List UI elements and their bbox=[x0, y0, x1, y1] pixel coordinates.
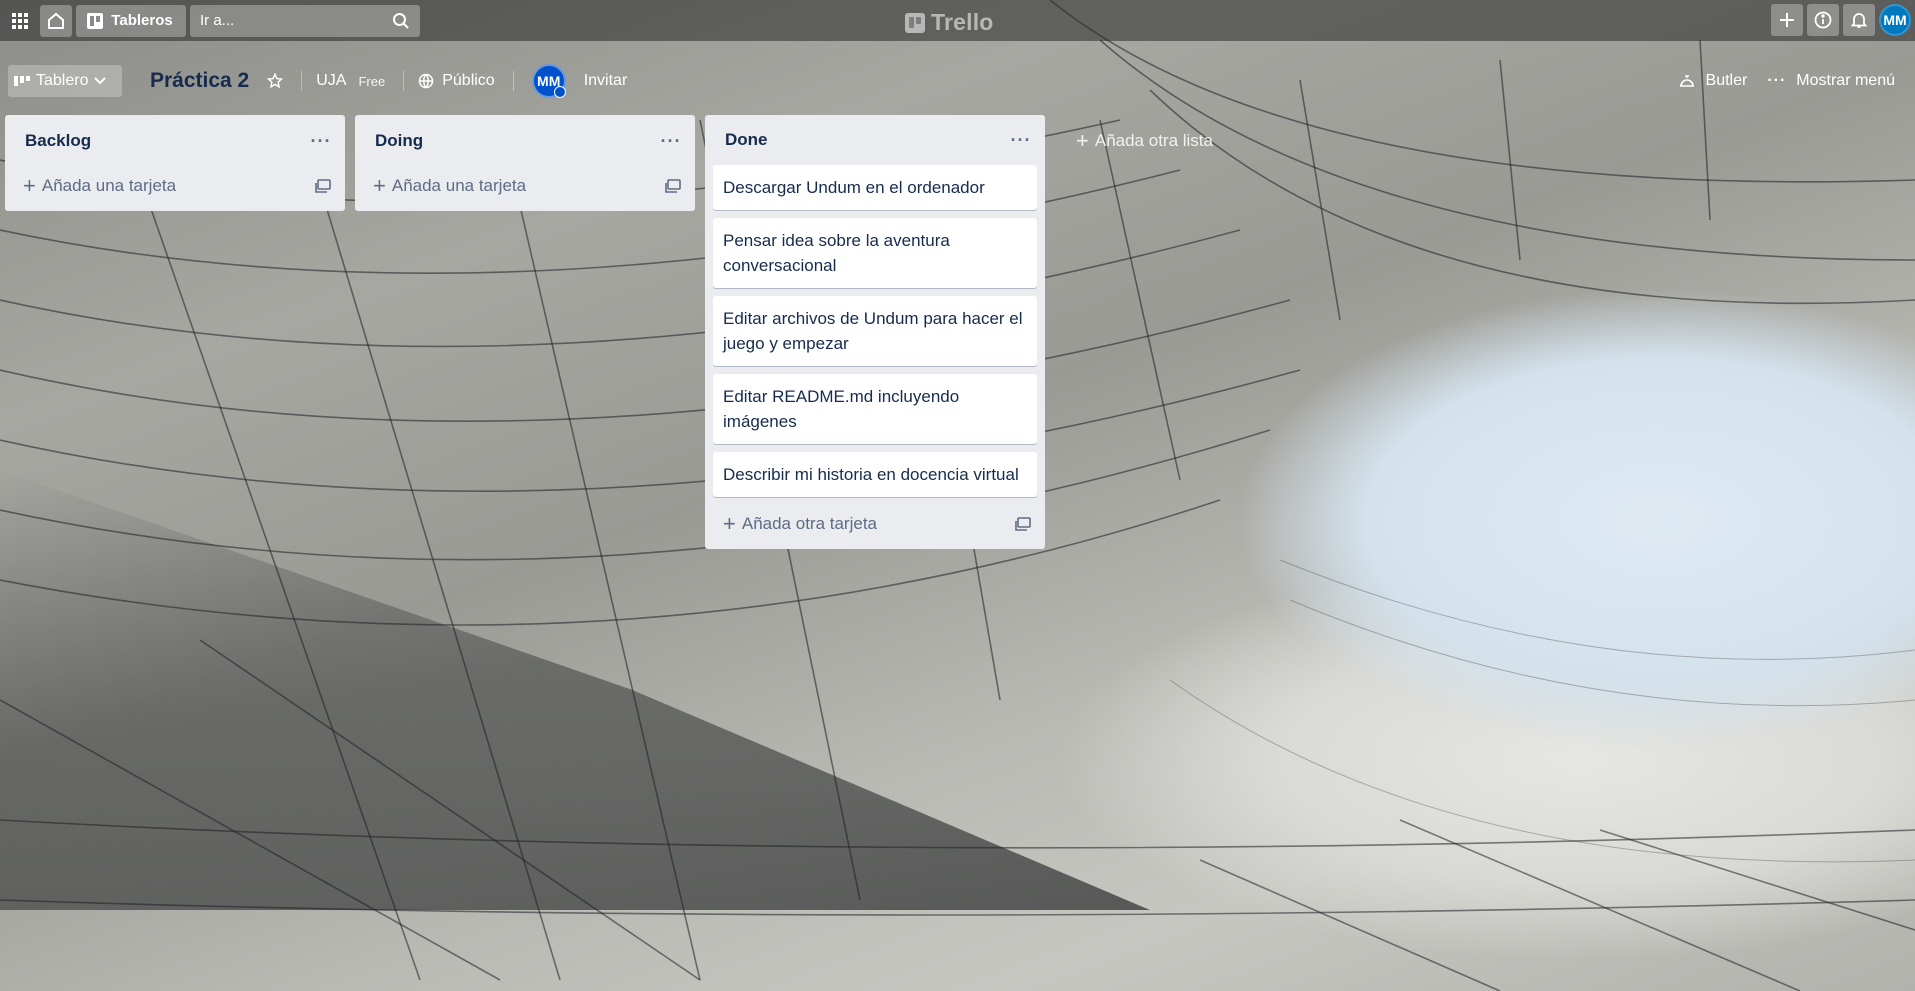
star-icon bbox=[267, 72, 284, 89]
list-title[interactable]: Backlog bbox=[25, 131, 91, 151]
card-template-icon[interactable] bbox=[665, 179, 681, 193]
add-card-label: Añada otra tarjeta bbox=[741, 514, 878, 533]
top-header: Tableros Ir a... Trello MM bbox=[0, 0, 1915, 41]
invite-label: Invitar bbox=[583, 72, 628, 89]
boards-icon bbox=[87, 12, 104, 29]
board-header: Tablero Práctica 2 UJA Free Público MM I… bbox=[0, 41, 1915, 121]
search-placeholder: Ir a... bbox=[200, 12, 235, 29]
trello-logo[interactable]: Trello bbox=[905, 9, 994, 36]
list-menu-icon[interactable]: ··· bbox=[1005, 124, 1037, 156]
apps-grid-icon bbox=[12, 12, 28, 29]
chevron-down-icon bbox=[94, 77, 107, 85]
divider bbox=[301, 71, 303, 91]
apps-button[interactable] bbox=[4, 5, 36, 37]
card-template-icon[interactable] bbox=[1015, 517, 1031, 531]
star-board-button[interactable] bbox=[259, 65, 291, 97]
plus-icon: + bbox=[1076, 128, 1089, 153]
boards-button[interactable]: Tableros bbox=[76, 4, 186, 37]
member-avatar[interactable]: MM bbox=[531, 64, 566, 98]
butler-bell-icon bbox=[1679, 75, 1694, 87]
globe-icon bbox=[418, 73, 434, 89]
card[interactable]: Pensar idea sobre la aventura conversaci… bbox=[713, 218, 1037, 288]
butler-label: Butler bbox=[1705, 72, 1748, 89]
board-view-label: Tablero bbox=[36, 72, 89, 89]
home-icon bbox=[48, 12, 64, 29]
add-card-button[interactable]: + Añada una tarjeta bbox=[13, 167, 337, 205]
info-icon bbox=[1814, 11, 1832, 29]
list-title[interactable]: Done bbox=[725, 130, 768, 150]
list-done: Done ··· Descargar Undum en el ordenador… bbox=[705, 115, 1045, 549]
invite-button[interactable]: Invitar bbox=[576, 65, 636, 97]
user-avatar[interactable]: MM bbox=[1879, 4, 1911, 36]
card[interactable]: Editar archivos de Undum para hacer el j… bbox=[713, 296, 1037, 366]
search-icon bbox=[393, 12, 409, 29]
plan-badge: Free bbox=[358, 73, 386, 89]
list-header: Doing ··· bbox=[363, 115, 687, 167]
add-list-button[interactable]: + Añada otra lista bbox=[1062, 115, 1334, 167]
show-menu-button[interactable]: ··· Mostrar menú bbox=[1759, 65, 1903, 97]
team-button[interactable]: UJA Free bbox=[308, 65, 393, 97]
card-template-icon[interactable] bbox=[315, 179, 331, 193]
card[interactable]: Editar README.md incluyendo imágenes bbox=[713, 374, 1037, 444]
search-input[interactable]: Ir a... bbox=[190, 4, 420, 37]
more-dots-icon: ··· bbox=[1767, 72, 1787, 89]
create-button[interactable] bbox=[1771, 4, 1803, 36]
plus-icon: + bbox=[373, 173, 386, 198]
home-button[interactable] bbox=[40, 4, 72, 37]
admin-badge-icon bbox=[553, 86, 566, 98]
visibility-label: Público bbox=[442, 72, 495, 89]
logo-text: Trello bbox=[931, 9, 994, 35]
board-view-icon bbox=[14, 76, 30, 86]
list-title[interactable]: Doing bbox=[375, 131, 423, 151]
list-backlog: Backlog ··· + Añada una tarjeta bbox=[5, 115, 345, 211]
board-view-switcher[interactable]: Tablero bbox=[8, 65, 122, 97]
visibility-button[interactable]: Público bbox=[410, 65, 502, 97]
divider bbox=[403, 71, 405, 91]
plus-icon: + bbox=[723, 511, 736, 536]
list-menu-icon[interactable]: ··· bbox=[305, 125, 337, 157]
card[interactable]: Descargar Undum en el ordenador bbox=[713, 165, 1037, 210]
team-name: UJA bbox=[316, 72, 347, 89]
bell-icon bbox=[1851, 13, 1867, 28]
list-menu-icon[interactable]: ··· bbox=[655, 125, 687, 157]
list-doing: Doing ··· + Añada una tarjeta bbox=[355, 115, 695, 211]
info-button[interactable] bbox=[1807, 4, 1839, 36]
boards-label: Tableros bbox=[111, 12, 173, 29]
add-card-label: Añada una tarjeta bbox=[391, 176, 527, 195]
butler-button[interactable]: Butler bbox=[1670, 65, 1756, 97]
add-card-label: Añada una tarjeta bbox=[41, 176, 177, 195]
divider bbox=[512, 71, 514, 91]
plus-icon: + bbox=[23, 173, 36, 198]
notifications-button[interactable] bbox=[1843, 4, 1875, 36]
add-card-button[interactable]: + Añada una tarjeta bbox=[363, 167, 687, 205]
list-header: Done ··· bbox=[713, 115, 1037, 165]
board-title[interactable]: Práctica 2 bbox=[140, 69, 259, 93]
add-card-button[interactable]: + Añada otra tarjeta bbox=[713, 505, 1037, 543]
plus-icon bbox=[1780, 13, 1794, 27]
add-list-label: Añada otra lista bbox=[1094, 131, 1213, 150]
list-header: Backlog ··· bbox=[13, 115, 337, 167]
card[interactable]: Describir mi historia en docencia virtua… bbox=[713, 452, 1037, 497]
trello-logo-icon bbox=[905, 12, 925, 33]
show-menu-label: Mostrar menú bbox=[1796, 72, 1895, 89]
